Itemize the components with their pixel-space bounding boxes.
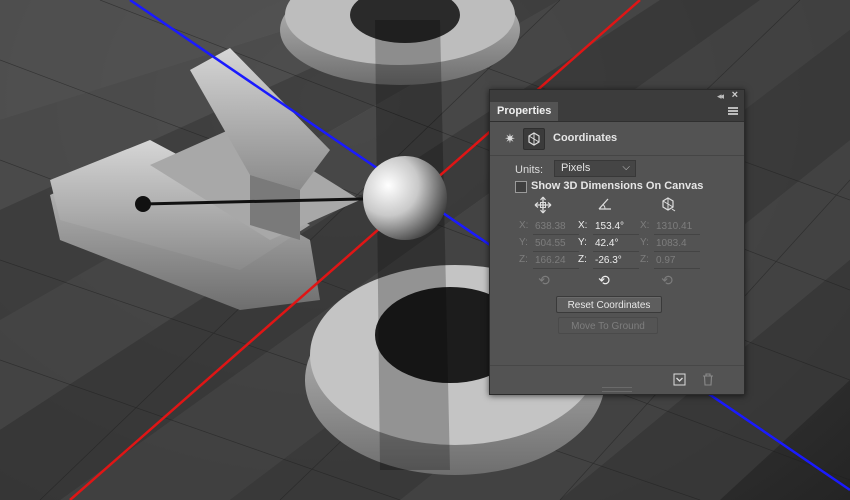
pos-y-input[interactable]: 504.55	[533, 237, 579, 252]
show-3d-dimensions-checkbox[interactable]	[515, 181, 527, 193]
reset-scale-icon[interactable]: ⟲	[657, 270, 677, 290]
scale-x-label: X:	[640, 220, 650, 231]
rot-z-label: Z:	[578, 254, 587, 265]
double-chevron-icon[interactable]: ◂◂	[717, 91, 724, 102]
scale-z-input[interactable]: 0.97	[654, 254, 700, 269]
pos-y-label: Y:	[519, 237, 528, 248]
pos-x-input[interactable]: 638.38	[533, 220, 579, 235]
units-value: Pixels	[561, 162, 591, 174]
move-position-icon	[533, 196, 553, 216]
pos-x-label: X:	[519, 220, 529, 231]
reset-coordinates-button[interactable]: Reset Coordinates	[556, 296, 662, 313]
resize-grip[interactable]	[602, 387, 632, 392]
scale-x-input[interactable]: 1310.41	[654, 220, 700, 235]
coordinates-icon[interactable]	[523, 128, 545, 150]
light-sphere	[363, 156, 447, 240]
panel-footer	[490, 365, 744, 394]
tab-properties[interactable]: Properties	[490, 102, 559, 121]
scale-y-input[interactable]: 1083.4	[654, 237, 700, 252]
divider	[490, 155, 744, 156]
rot-z-input[interactable]: -26.3°	[593, 254, 639, 269]
units-select[interactable]: Pixels ⌵	[554, 160, 636, 177]
scale-z-label: Z:	[640, 254, 649, 265]
rot-x-label: X:	[578, 220, 588, 231]
chevron-down-icon: ⌵	[622, 162, 630, 173]
panel-tab-row: Properties	[490, 102, 744, 122]
scale-y-label: Y:	[640, 237, 649, 248]
render-icon[interactable]	[672, 373, 686, 387]
scale-cube-icon	[658, 196, 678, 216]
light-icon[interactable]: ✷	[500, 129, 520, 149]
reset-position-icon[interactable]: ⟲	[534, 270, 554, 290]
panel-menu-icon[interactable]	[728, 107, 738, 115]
show-3d-dimensions-label: Show 3D Dimensions On Canvas	[531, 180, 704, 192]
properties-header: ✷ Coordinates	[498, 128, 738, 150]
panel-titlebar[interactable]: ◂◂ ×	[490, 89, 744, 102]
section-title: Coordinates	[553, 132, 618, 144]
move-to-ground-button[interactable]: Move To Ground	[558, 317, 658, 334]
pos-z-label: Z:	[519, 254, 528, 265]
close-icon[interactable]: ×	[732, 89, 738, 101]
angle-rotation-icon	[595, 196, 615, 216]
rot-y-label: Y:	[578, 237, 587, 248]
rot-y-input[interactable]: 42.4°	[593, 237, 639, 252]
units-label: Units:	[515, 164, 544, 176]
rot-x-input[interactable]: 153.4°	[593, 220, 639, 235]
trash-icon[interactable]	[701, 373, 715, 387]
light-handle	[135, 196, 151, 212]
reset-rotation-icon[interactable]: ⟲	[594, 270, 614, 290]
properties-panel: ◂◂ × Properties ✷ Coordinates Units: Pix…	[489, 89, 745, 395]
pos-z-input[interactable]: 166.24	[533, 254, 579, 269]
